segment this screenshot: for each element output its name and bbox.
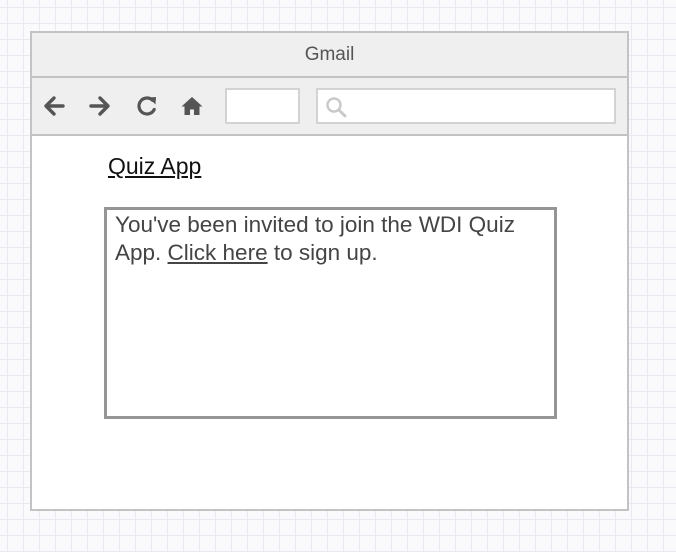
email-message-text: You've been invited to join the WDI Quiz… [115, 211, 546, 267]
email-message-box: You've been invited to join the WDI Quiz… [104, 207, 557, 419]
refresh-icon[interactable] [134, 93, 160, 119]
browser-window: Gmail Quiz App You've been invited to jo… [30, 31, 629, 511]
browser-toolbar [32, 78, 627, 136]
search-icon [326, 97, 347, 118]
window-title: Gmail [304, 43, 355, 65]
sign-up-link[interactable]: Click here [168, 240, 268, 265]
url-input[interactable] [225, 88, 300, 124]
forward-arrow-icon[interactable] [87, 93, 113, 119]
search-input[interactable] [316, 88, 616, 124]
quiz-app-link[interactable]: Quiz App [108, 153, 201, 180]
email-text-after: to sign up. [267, 240, 378, 265]
title-bar: Gmail [32, 33, 627, 78]
back-arrow-icon[interactable] [41, 93, 67, 119]
home-icon[interactable] [179, 93, 205, 119]
